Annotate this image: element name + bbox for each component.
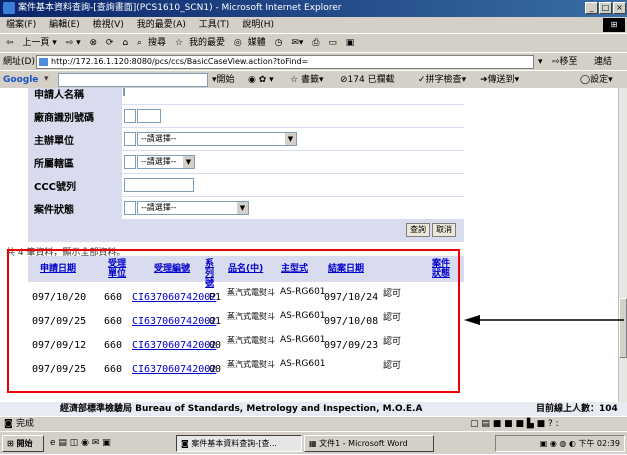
google-search-input[interactable]: [58, 73, 208, 87]
form-row-status: 案件狀態 --請選擇-- ▼: [28, 197, 464, 219]
close-button[interactable]: ×: [613, 2, 626, 14]
page-icon: [39, 58, 48, 66]
form-row-applicant: 申請人名稱: [28, 88, 464, 104]
region-checkbox[interactable]: [124, 155, 136, 169]
address-label: 網址(D): [3, 57, 35, 67]
minimize-button[interactable]: _: [585, 2, 598, 14]
vertical-scrollbar[interactable]: [618, 88, 627, 410]
forward-button[interactable]: ⇨ ▾: [66, 38, 81, 48]
mail-icon[interactable]: ✉▾: [291, 38, 303, 48]
windows-logo-icon: ⊞: [603, 18, 625, 32]
taskbar-word-window[interactable]: ▦ 文件1 - Microsoft Word: [304, 435, 434, 452]
status-select[interactable]: --請選擇-- ▼: [137, 201, 249, 215]
maximize-button[interactable]: □: [599, 2, 612, 14]
print-icon[interactable]: ⎙: [312, 38, 319, 48]
system-tray: ▣ ◉ ◍ ◐ 下午 02:39: [495, 435, 625, 452]
google-search-button[interactable]: ▾開始: [212, 71, 235, 89]
ccc-input[interactable]: [124, 178, 194, 192]
quick-launch-icons[interactable]: e ▤ ◫ ◉ ✉ ▣: [50, 432, 111, 455]
agency-name: 經濟部標準檢驗局 Bureau of Standards, Metrology …: [60, 404, 423, 414]
status-checkbox[interactable]: [124, 201, 136, 215]
ccc-label: CCC號列: [34, 182, 77, 193]
form-row-dept: 主辦單位 --請選擇-- ▼: [28, 128, 464, 150]
taskbar: ⊞ 開始 e ▤ ◫ ◉ ✉ ▣ ◙ 案件基本資料查詢-[查... ▦ 文件1 …: [0, 431, 627, 454]
menu-bar: 檔案(F) 編輯(E) 檢視(V) 我的最愛(A) 工具(T) 說明(H): [0, 17, 627, 33]
browser-window: 案件基本資料查詢-[查詢畫面](PCS1610_SCN1) - Microsof…: [0, 0, 627, 454]
vendor-id-label: 廠商識別號碼: [34, 113, 94, 124]
menu-tools[interactable]: 工具(T): [199, 20, 230, 30]
stop-icon[interactable]: ⊗: [89, 38, 97, 48]
form-row-region: 所屬轄區 --請選擇-- ▼: [28, 151, 464, 173]
popup-blocker[interactable]: ⊘174 已攔截: [340, 71, 395, 89]
menu-view[interactable]: 檢視(V): [93, 20, 124, 30]
status-bar: ◙ 完成 ▢ ▤ ■ ■ ■ ▙ ■ ? :: [0, 416, 627, 431]
applicant-label: 申請人名稱: [34, 90, 84, 101]
menu-help[interactable]: 說明(H): [242, 20, 274, 30]
pointer-arrow-icon: [464, 315, 624, 325]
form-row-vendor-id: 廠商識別號碼: [28, 105, 464, 127]
dept-checkbox[interactable]: [124, 132, 136, 146]
favorites-button[interactable]: ☆ 我的最愛: [175, 38, 225, 48]
menu-edit[interactable]: 編輯(E): [49, 20, 80, 30]
address-input[interactable]: http://172.16.1.120:8080/pcs/ccs/BasicCa…: [36, 55, 534, 69]
title-bar: 案件基本資料查詢-[查詢畫面](PCS1610_SCN1) - Microsof…: [0, 0, 627, 17]
home-icon[interactable]: ⌂: [122, 38, 128, 48]
agency-footer: 經濟部標準檢驗局 Bureau of Standards, Metrology …: [0, 402, 627, 416]
links-button[interactable]: 連結: [594, 53, 612, 71]
history-icon[interactable]: ◷: [275, 38, 283, 48]
form-row-ccc: CCC號列: [28, 174, 464, 196]
edit-icon[interactable]: ▭: [328, 38, 337, 48]
search-button[interactable]: ⌕ 搜尋: [137, 38, 166, 48]
go-button[interactable]: ⇨移至: [552, 53, 578, 71]
refresh-icon[interactable]: ⟳: [106, 38, 114, 48]
back-button[interactable]: ⇦ 上一頁 ▾: [6, 38, 57, 48]
discuss-icon[interactable]: ▣: [346, 38, 355, 48]
status-icons: ▢ ▤ ■ ■ ■ ▙ ■ ? :: [470, 419, 559, 429]
region-select[interactable]: --請選擇-- ▼: [137, 155, 195, 169]
window-title: 案件基本資料查詢-[查詢畫面](PCS1610_SCN1) - Microsof…: [18, 3, 342, 13]
status-text: 完成: [16, 419, 35, 429]
page-done-icon: ◙: [4, 419, 13, 429]
menu-favorites[interactable]: 我的最愛(A): [137, 20, 186, 30]
vendor-id-input[interactable]: [137, 109, 161, 123]
online-count: 目前線上人數：104: [536, 404, 618, 414]
query-button[interactable]: 查詢: [406, 223, 430, 237]
clock: 下午 02:39: [578, 439, 620, 448]
pagerank-icon: ◉ ✿ ▾: [248, 75, 274, 85]
address-dropdown-icon[interactable]: ▾: [538, 53, 543, 71]
query-form: 申請人名稱 廠商識別號碼 主辦單位 --請選擇-- ▼ 所屬轄區 --請選擇--…: [28, 88, 464, 242]
google-toolbar: Google ▾ ▾開始 ◉ ✿ ▾ ☆ 書籤▾ ⊘174 已攔截 ✓拼字檢查▾…: [0, 70, 627, 88]
dept-label: 主辦單位: [34, 136, 74, 147]
google-logo: Google: [3, 75, 39, 85]
status-label: 案件狀態: [34, 205, 74, 216]
tray-icons[interactable]: ▣ ◉ ◍ ◐: [540, 439, 579, 448]
scrollbar-thumb[interactable]: [619, 298, 627, 358]
ie-icon: [3, 2, 15, 14]
google-settings-button[interactable]: ◯設定▾: [580, 71, 613, 89]
taskbar-ie-window[interactable]: ◙ 案件基本資料查詢-[查...: [176, 435, 302, 452]
highlight-box: [7, 249, 460, 393]
media-button[interactable]: ◎ 媒體: [234, 38, 266, 48]
menu-file[interactable]: 檔案(F): [6, 20, 36, 30]
vendor-id-checkbox[interactable]: [124, 109, 136, 123]
cancel-button[interactable]: 取消: [432, 223, 456, 237]
dept-select[interactable]: --請選擇-- ▼: [137, 132, 297, 146]
toolbar: ⇦ 上一頁 ▾ ⇨ ▾ ⊗ ⟳ ⌂ ⌕ 搜尋 ☆ 我的最愛 ◎ 媒體 ◷ ✉▾ ⎙ ▭…: [0, 33, 627, 52]
send-to-button[interactable]: ➜傳送到▾: [480, 71, 519, 89]
address-bar: 網址(D) http://172.16.1.120:8080/pcs/ccs/B…: [0, 52, 627, 70]
applicant-input[interactable]: [123, 88, 125, 96]
google-menu-icon[interactable]: ▾: [44, 73, 52, 85]
bookmarks-button[interactable]: ☆ 書籤▾: [290, 71, 323, 89]
spellcheck-button[interactable]: ✓拼字檢查▾: [418, 71, 466, 89]
start-button[interactable]: ⊞ 開始: [2, 435, 44, 452]
region-label: 所屬轄區: [34, 159, 74, 170]
